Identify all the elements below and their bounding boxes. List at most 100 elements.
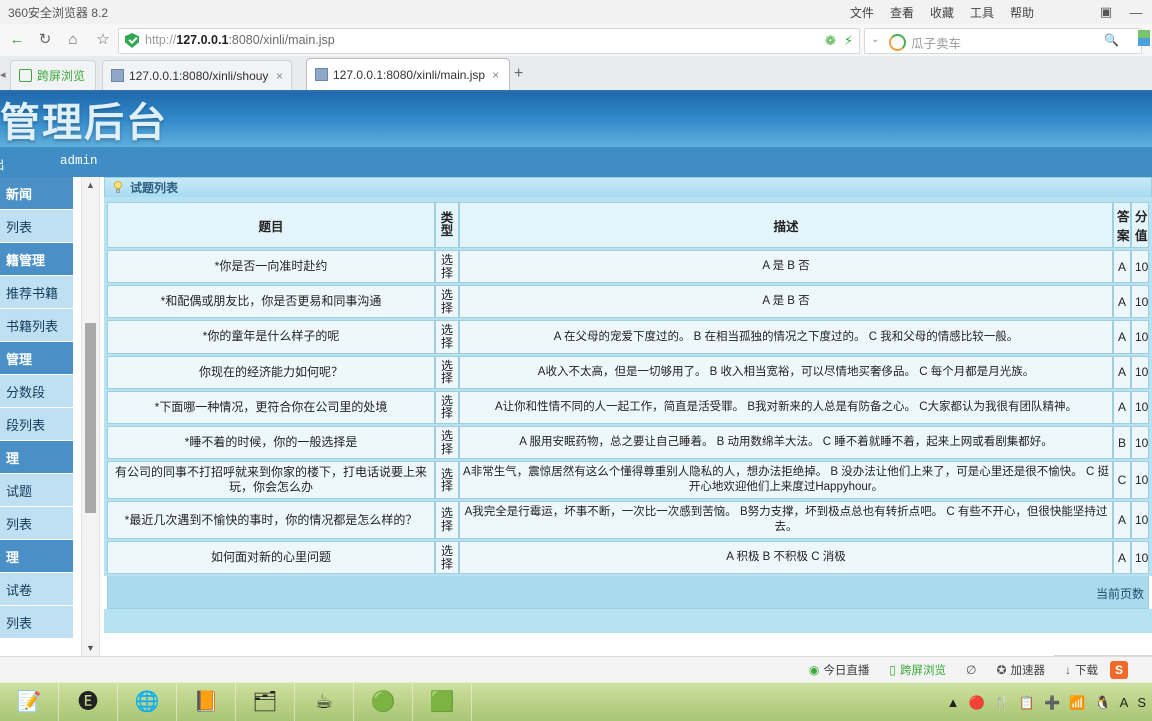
question-table-wrapper: 题目 类型 描述 答案 分值 *你是否一向准时赴约 选择 A 是 B 否 A 10 *和配… [104, 197, 1152, 577]
translate-icon[interactable]: ❁ [825, 33, 836, 49]
tray-icon-8[interactable]: S [1137, 696, 1146, 709]
home-button[interactable]: ⌂ [62, 29, 84, 51]
column-header-title: 题目 [107, 202, 435, 248]
sogou-input-icon[interactable]: S [1110, 661, 1128, 679]
logout-link[interactable]: 出 [0, 154, 5, 173]
tray-icon-2[interactable]: 🍴 [994, 696, 1010, 709]
taskbar-internet-explorer-icon[interactable]: 🅔 [59, 683, 118, 721]
screen: 360安全浏览器 8.2 〉 文件 查看 收藏 工具 帮助 ▣ — ← ↻ ⌂ … [0, 0, 1152, 721]
browser-extension-icon[interactable] [1138, 30, 1150, 46]
tab-scroll-left-icon[interactable]: ◂ [0, 68, 6, 81]
tab-strip: ◂ 跨屏浏览 127.0.0.1:8080/xinli/shouye.js × … [0, 56, 1152, 92]
sidebar-item-recommend-book[interactable]: 推荐书籍 [0, 276, 73, 309]
tab-cross-screen[interactable]: 跨屏浏览 [10, 60, 96, 90]
tray-icon-7[interactable]: A [1120, 696, 1129, 709]
cell-question-answer: C [1113, 461, 1131, 500]
table-row[interactable]: *下面哪一种情况，更符合你在公司里的处境 选择 A让你和性情不同的人一起工作，简直是… [107, 390, 1149, 424]
sidebar-item-label: 试卷 [6, 582, 33, 598]
tray-icon-6[interactable]: 🐧 [1094, 696, 1110, 709]
tab-shouye[interactable]: 127.0.0.1:8080/xinli/shouye.js × [102, 60, 292, 90]
status-download-button[interactable]: ↓ 下载 [1065, 662, 1098, 678]
search-input[interactable]: 瓜子卖车 [911, 33, 961, 52]
cell-question-description: A非常生气，震惊居然有这么个懂得尊重别人隐私的人，想办法拒绝掉。 B 没办法让他… [459, 461, 1113, 500]
tab-close-icon[interactable]: × [492, 68, 499, 82]
back-button[interactable]: ← [6, 29, 28, 51]
status-accelerator-button[interactable]: ✪ 加速器 [996, 662, 1045, 678]
search-engine-chevron-icon[interactable]: ⌄ [871, 34, 879, 45]
tray-icon-0[interactable]: ▲ [947, 696, 960, 709]
taskbar-folder-icon[interactable]: 🗂 [236, 683, 295, 721]
tray-icon-1[interactable]: 🔴 [969, 696, 985, 709]
sidebar-item-paper-manage[interactable]: 理 [0, 540, 73, 573]
speed-boost-icon[interactable]: ⚡ [844, 33, 853, 49]
menu-item-favorites[interactable]: 收藏 [930, 4, 954, 21]
table-row[interactable]: 你现在的经济能力如何呢？ 选择 A收入不太高，但是一切够用了。 B 收入相当宽裕，可… [107, 355, 1149, 389]
menu-item-help[interactable]: 帮助 [1010, 4, 1034, 21]
browser-menu-bar: 文件 查看 收藏 工具 帮助 [850, 4, 1034, 21]
table-row[interactable]: *睡不着的时候，你的一般选择是 选择 A 服用安眠药物，总之要让自己睡着。 B 动用… [107, 425, 1149, 460]
reload-button[interactable]: ↻ [34, 29, 56, 51]
table-row[interactable]: 如何面对新的心里问题 选择 A 积极 B 不积极 C 消极 A 10 [107, 541, 1149, 575]
table-row[interactable]: *和配偶或朋友比，你是否更易和同事沟通 选择 A 是 B 否 A 10 [107, 285, 1149, 319]
minimize-button[interactable]: — [1128, 5, 1144, 20]
table-row[interactable]: *你的童年是什么样子的呢 选择 A 在父母的宠爱下度过的。 B 在相当孤独的情况之下… [107, 320, 1149, 354]
bookmark-button[interactable]: ☆ [92, 29, 114, 51]
sidebar-item-add-paper[interactable]: 试卷 [0, 573, 73, 606]
cell-question-title: 你现在的经济能力如何呢？ [107, 355, 435, 389]
sidebar-item-score-manage[interactable]: 管理 [0, 342, 73, 375]
sidebar-item-1[interactable]: 列表 [0, 210, 73, 243]
status-cross-screen-button[interactable]: ▯ 跨屏浏览 [889, 662, 946, 678]
tab-main-jsp[interactable]: 127.0.0.1:8080/xinli/main.jsp × [306, 58, 510, 90]
sidebar-item-score-range[interactable]: 分数段 [0, 375, 73, 408]
tray-icon-5[interactable]: 📶 [1069, 696, 1085, 709]
content-area: 试题列表 题目 类型 描述 答案 分值 *你是否一向准时赴约 选择 A 是 B … [104, 177, 1152, 656]
sidebar-item-0[interactable]: 新闻 [0, 177, 73, 210]
browser-title-bar: 360安全浏览器 8.2 〉 文件 查看 收藏 工具 帮助 ▣ — [0, 0, 1152, 25]
status-live-button[interactable]: ◉ 今日直播 [809, 662, 869, 678]
sidebar-item-book-list[interactable]: 书籍列表 [0, 309, 73, 342]
sidebar-item-add-question[interactable]: 试题 [0, 474, 73, 507]
tray-icon-3[interactable]: 📋 [1019, 696, 1035, 709]
table-row[interactable]: 有公司的同事不打招呼就来到你家的楼下，打电话说要上来玩，你会怎么办 选择 A非常生气… [107, 461, 1149, 500]
cell-question-type: 选择 [435, 355, 459, 389]
browser-app-title: 360安全浏览器 8.2 [8, 6, 109, 20]
skin-button[interactable]: ▣ [1098, 4, 1114, 20]
cell-question-title: *最近几次遇到不愉快的事时，你的情况都是怎么样的？ [107, 501, 435, 539]
taskbar-java-icon[interactable]: ☕ [295, 683, 354, 721]
scroll-down-icon[interactable]: ▼ [82, 640, 99, 656]
taskbar-360-browser-icon[interactable]: 🌐 [118, 683, 177, 721]
address-bar[interactable]: http://127.0.0.1:8080/xinli/main.jsp ❁ ⚡ [118, 28, 860, 54]
page-vertical-scrollbar[interactable]: ▲ ▼ [81, 177, 100, 656]
scrollbar-thumb[interactable] [85, 323, 96, 513]
status-bar-items: ◉ 今日直播 ▯ 跨屏浏览 ∅ ✪ 加速器 ↓ 下载 [809, 662, 1098, 678]
internet-explorer-icon: 🅔 [78, 691, 98, 713]
menu-item-tools[interactable]: 工具 [970, 4, 994, 21]
scroll-up-icon[interactable]: ▲ [82, 177, 99, 193]
tray-icon-4[interactable]: ➕ [1044, 696, 1060, 709]
sidebar-item-paper-list[interactable]: 列表 [0, 606, 73, 639]
menu-item-view[interactable]: 查看 [890, 4, 914, 21]
sidebar-item-question-manage[interactable]: 理 [0, 441, 73, 474]
url-path: :8080/xinli/main.jsp [228, 33, 335, 47]
cell-question-type: 选择 [435, 425, 459, 460]
table-row[interactable]: *最近几次遇到不愉快的事时，你的情况都是怎么样的？ 选择 A我完全是行霉运，坏事不断… [107, 501, 1149, 539]
tab-label: 127.0.0.1:8080/xinli/shouye.js [129, 68, 269, 83]
taskbar-book-icon[interactable]: 📙 [177, 683, 236, 721]
sidebar-item-book-manage[interactable]: 籍管理 [0, 243, 73, 276]
status-capture-button[interactable]: ∅ [966, 663, 976, 677]
sidebar-item-score-range-list[interactable]: 段列表 [0, 408, 73, 441]
search-icon[interactable]: 🔍 [1104, 33, 1119, 47]
taskbar-notepad-icon[interactable]: 📝 [0, 683, 59, 721]
table-row[interactable]: *你是否一向准时赴约 选择 A 是 B 否 A 10 [107, 250, 1149, 284]
tab-label: 127.0.0.1:8080/xinli/main.jsp [333, 67, 486, 82]
taskbar-green-app-icon[interactable]: 🟢 [354, 683, 413, 721]
cell-question-score: 10 [1131, 390, 1149, 424]
new-tab-button[interactable]: + [514, 65, 523, 83]
menu-item-file[interactable]: 文件 [850, 4, 874, 21]
notepad-icon: 📝 [16, 691, 42, 713]
sidebar-item-question-list[interactable]: 列表 [0, 507, 73, 540]
taskbar-green-app2-icon[interactable]: 🟩 [413, 683, 472, 721]
sidebar-item-label: 列表 [6, 516, 33, 532]
tab-close-icon[interactable]: × [276, 69, 283, 83]
search-bar[interactable]: ⌄ 瓜子卖车 🔍 [864, 28, 1142, 54]
